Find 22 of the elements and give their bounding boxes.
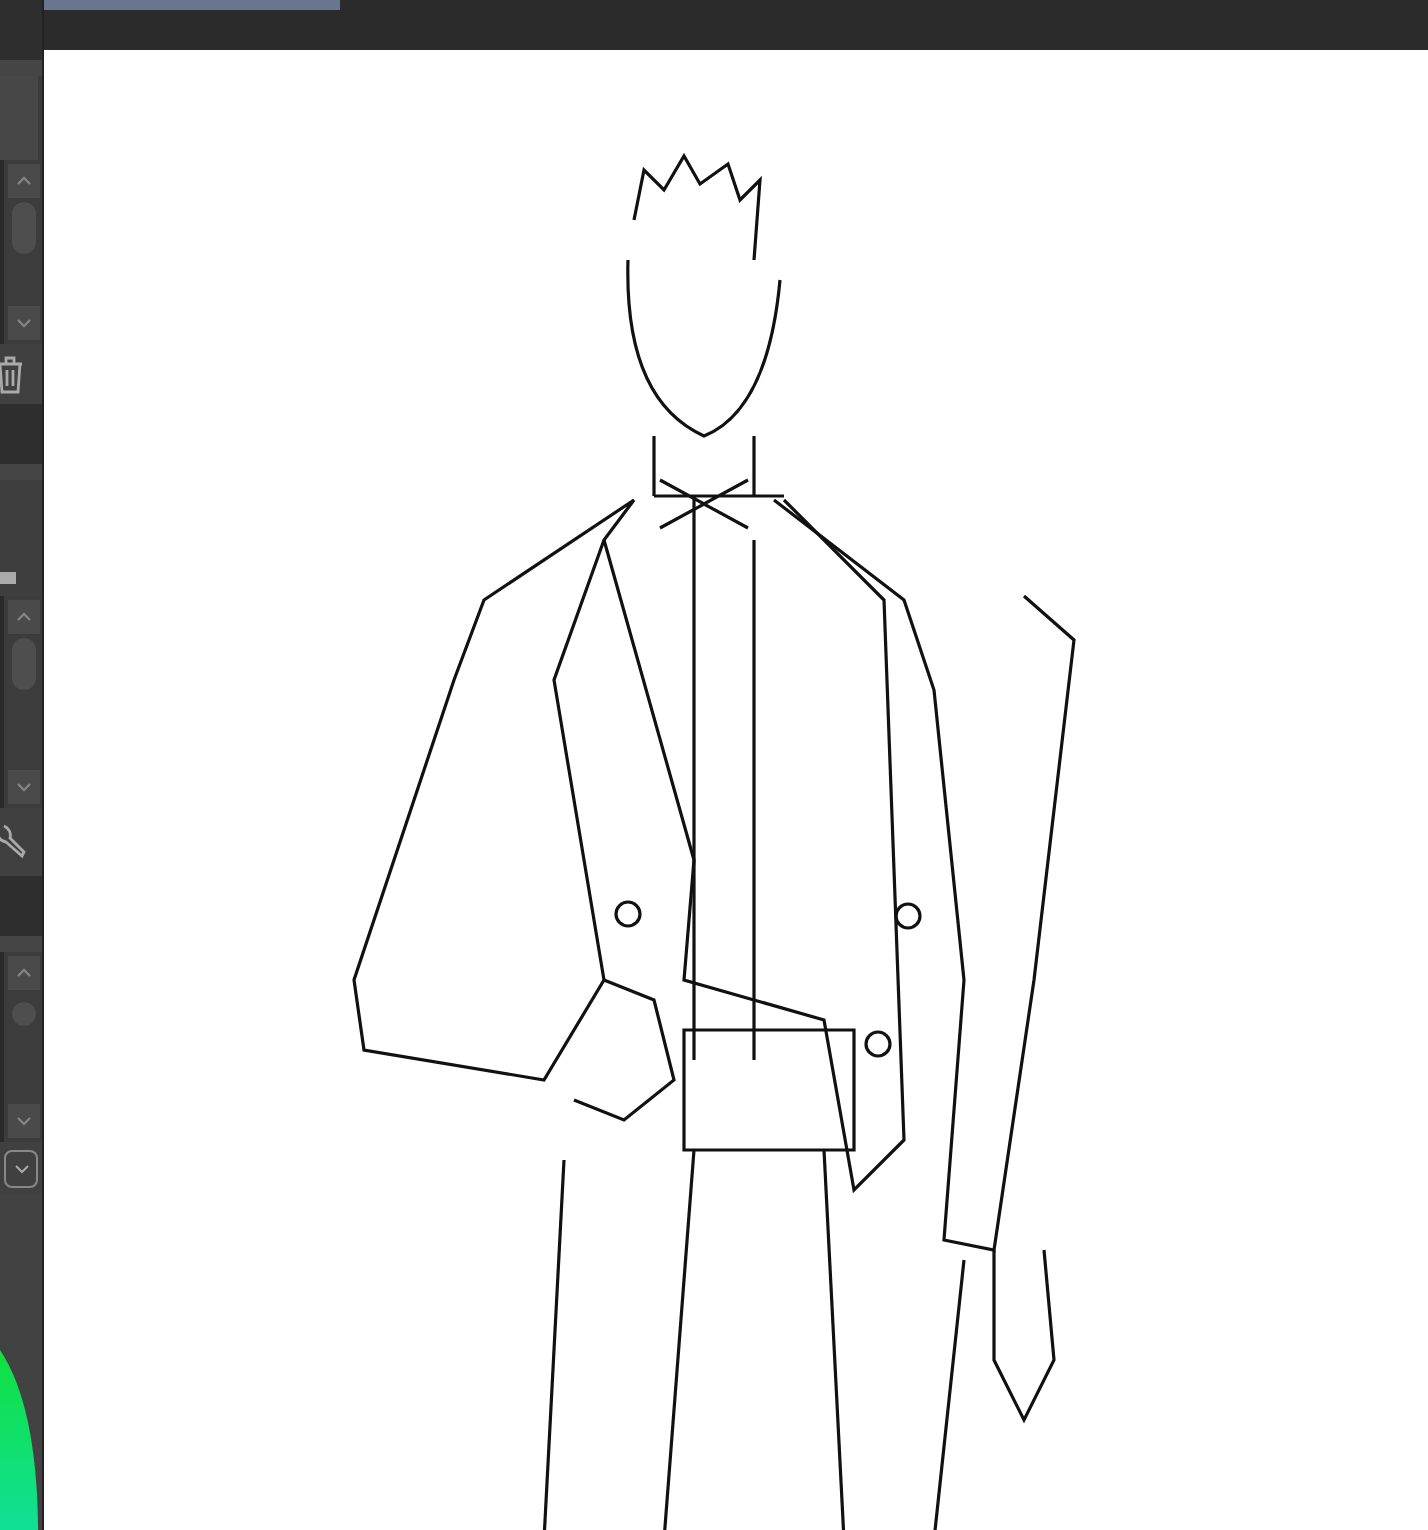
color-wheel[interactable] <box>0 1350 42 1530</box>
wrench-icon[interactable] <box>0 824 26 860</box>
chevron-down-icon <box>13 1163 29 1173</box>
chevron-up-icon <box>15 612 31 622</box>
scrollbar[interactable] <box>4 596 42 808</box>
preview-box <box>0 76 38 160</box>
chevron-down-icon <box>15 318 31 328</box>
panel-tab-bar <box>0 936 42 952</box>
scroll-down-button[interactable] <box>7 306 39 340</box>
chevron-down-icon <box>15 1116 31 1126</box>
scroll-up-button[interactable] <box>7 600 39 634</box>
scroll-up-button[interactable] <box>7 164 39 198</box>
trash-icon[interactable] <box>0 354 24 394</box>
scroll-down-button[interactable] <box>7 770 39 804</box>
chevron-up-icon <box>15 968 31 978</box>
chevron-up-icon <box>15 176 31 186</box>
scroll-down-button[interactable] <box>7 1104 39 1138</box>
chevron-down-icon <box>15 782 31 792</box>
scroll-up-button[interactable] <box>7 956 39 990</box>
dropdown-button[interactable] <box>4 1149 38 1187</box>
scrollbar[interactable] <box>4 952 42 1142</box>
scrollbar[interactable] <box>4 160 42 344</box>
